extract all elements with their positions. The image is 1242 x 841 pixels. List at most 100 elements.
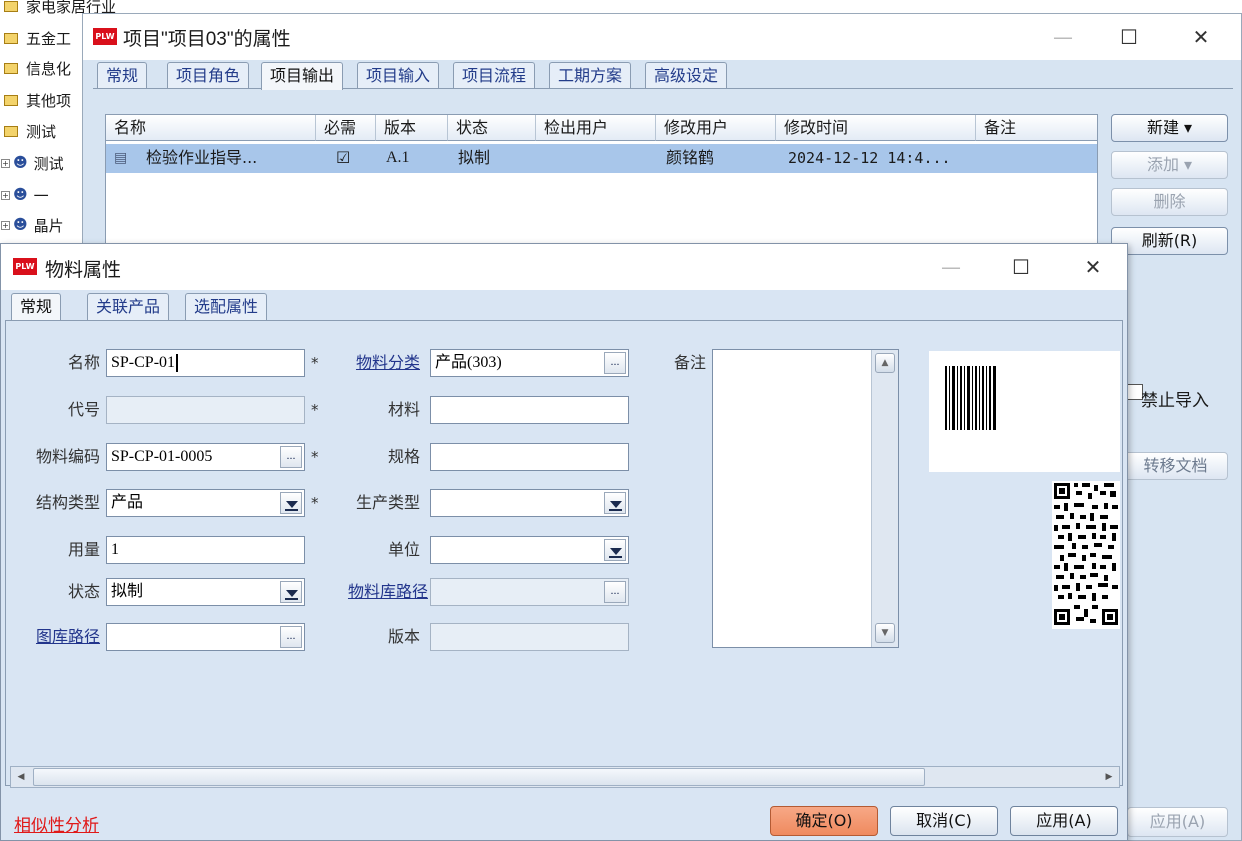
qr-code-image xyxy=(1052,481,1120,629)
tab-related-products[interactable]: 关联产品 xyxy=(87,293,170,320)
tab-schedule-plan[interactable]: 工期方案 xyxy=(549,62,632,89)
required-mark: * xyxy=(311,401,319,419)
chevron-down-icon[interactable] xyxy=(280,492,302,514)
column-header-checkout-user[interactable]: 检出用户 xyxy=(536,115,656,141)
code-input[interactable] xyxy=(106,396,305,424)
table-row[interactable]: ▤ 检验作业指导... ☑ A.1 拟制 颜铭鹤 2024-12-12 14:4… xyxy=(106,144,1097,173)
material-library-path-input[interactable]: ... xyxy=(430,578,629,606)
scroll-left-icon[interactable]: ◀ xyxy=(12,768,30,786)
cancel-button[interactable]: 取消(C) xyxy=(890,806,998,836)
minimize-button[interactable]: — xyxy=(1043,22,1083,52)
expand-icon[interactable]: + xyxy=(1,220,10,230)
add-button[interactable]: 添加 ▾ xyxy=(1111,151,1228,179)
chevron-down-icon[interactable] xyxy=(280,581,302,603)
row-version: A.1 xyxy=(386,149,410,166)
scroll-right-icon[interactable]: ▶ xyxy=(1100,768,1118,786)
ok-button[interactable]: 确定(O) xyxy=(770,806,878,836)
tree-item-folder[interactable]: 信息化 xyxy=(0,55,71,81)
tab-project-roles[interactable]: 项目角色 xyxy=(167,62,250,89)
tab-project-output[interactable]: 项目输出 xyxy=(261,62,344,90)
browse-button[interactable]: ... xyxy=(604,581,626,603)
column-header-notes[interactable]: 备注 xyxy=(976,115,1097,141)
dialog-title: 物料属性 xyxy=(45,260,122,281)
browse-button[interactable]: ... xyxy=(280,626,302,648)
drawing-path-link[interactable]: 图库路径 xyxy=(10,623,100,651)
chevron-down-icon[interactable] xyxy=(604,539,626,561)
apply-button[interactable]: 应用(A) xyxy=(1010,806,1118,836)
notes-scrollbar[interactable]: ▲ ▼ xyxy=(871,350,898,647)
barcode-image xyxy=(929,351,1120,472)
folder-icon xyxy=(4,0,18,12)
tab-project-flow[interactable]: 项目流程 xyxy=(453,62,536,89)
drawing-path-input[interactable]: ... xyxy=(106,623,305,651)
close-button[interactable]: ✕ xyxy=(1073,252,1113,282)
tree-item-project[interactable]: + ☻ 晶片 xyxy=(0,212,64,238)
dialog-title: 项目"项目03"的属性 xyxy=(123,29,291,50)
column-header-name[interactable]: 名称 xyxy=(106,115,316,141)
version-input[interactable] xyxy=(430,623,629,651)
browse-button[interactable]: ... xyxy=(604,352,626,374)
chevron-down-icon[interactable] xyxy=(604,492,626,514)
spec-input[interactable] xyxy=(430,443,629,471)
tab-option-attributes[interactable]: 选配属性 xyxy=(185,293,268,320)
column-header-version[interactable]: 版本 xyxy=(376,115,448,141)
similarity-analysis-link[interactable]: 相似性分析 xyxy=(14,811,99,836)
tree-item-folder[interactable]: 五金工 xyxy=(0,25,71,51)
scroll-down-icon[interactable]: ▼ xyxy=(875,623,895,643)
tree-item-project[interactable]: + ☻ 一 xyxy=(0,182,49,208)
browse-button[interactable]: ... xyxy=(280,446,302,468)
row-required-checkbox[interactable]: ☑ xyxy=(328,144,350,172)
new-button[interactable]: 新建 ▾ xyxy=(1111,114,1228,142)
notes-textarea[interactable]: ▲ ▼ xyxy=(712,349,899,648)
column-header-modify-time[interactable]: 修改时间 xyxy=(776,115,976,141)
maximize-button[interactable]: ☐ xyxy=(1001,252,1041,282)
column-header-status[interactable]: 状态 xyxy=(448,115,536,141)
tree-item-folder[interactable]: 测试 xyxy=(0,118,56,144)
maximize-button[interactable]: ☐ xyxy=(1109,22,1149,52)
expand-icon[interactable]: + xyxy=(1,190,10,200)
material-input[interactable] xyxy=(430,396,629,424)
forbid-import-label: 禁止导入 xyxy=(1141,391,1209,411)
delete-button[interactable]: 删除 xyxy=(1111,188,1228,216)
title-bar[interactable]: PLW 物料属性 — ☐ ✕ xyxy=(1,244,1127,290)
tab-general[interactable]: 常规 xyxy=(11,293,62,320)
folder-icon xyxy=(4,32,18,44)
project-person-icon: ☻ xyxy=(13,217,28,233)
tree-item-project[interactable]: + ☻ 测试 xyxy=(0,150,64,176)
column-header-required[interactable]: 必需 xyxy=(316,115,376,141)
tab-advanced-settings[interactable]: 高级设定 xyxy=(645,62,728,89)
unit-select[interactable] xyxy=(430,536,629,564)
folder-icon xyxy=(4,62,18,74)
name-input[interactable]: SP-CP-01 xyxy=(106,349,305,377)
title-bar[interactable]: PLW 项目"项目03"的属性 — ☐ ✕ xyxy=(83,14,1241,60)
material-category-input[interactable]: 产品(303)... xyxy=(430,349,629,377)
required-mark: * xyxy=(311,354,319,372)
tab-general[interactable]: 常规 xyxy=(97,62,148,89)
transfer-document-button[interactable]: 转移文档 xyxy=(1123,452,1228,480)
horizontal-scrollbar[interactable]: ◀ ▶ xyxy=(10,766,1120,788)
structure-type-select[interactable]: 产品 xyxy=(106,489,305,517)
outer-apply-button[interactable]: 应用(A) xyxy=(1127,807,1228,837)
barcode-icon xyxy=(945,366,996,430)
version-label: 版本 xyxy=(387,627,420,646)
folder-icon xyxy=(4,94,18,106)
row-modify-user: 颜铭鹤 xyxy=(666,148,715,167)
spec-label: 规格 xyxy=(387,447,420,466)
row-status: 拟制 xyxy=(458,148,491,167)
refresh-button[interactable]: 刷新(R) xyxy=(1111,227,1228,255)
production-type-select[interactable] xyxy=(430,489,629,517)
scrollbar-thumb[interactable] xyxy=(33,768,925,786)
scroll-up-icon[interactable]: ▲ xyxy=(875,353,895,373)
minimize-button[interactable]: — xyxy=(931,252,971,282)
column-header-modify-user[interactable]: 修改用户 xyxy=(656,115,776,141)
material-code-label: 物料编码 xyxy=(35,447,100,466)
material-code-input[interactable]: SP-CP-01-0005... xyxy=(106,443,305,471)
status-select[interactable]: 拟制 xyxy=(106,578,305,606)
close-button[interactable]: ✕ xyxy=(1181,22,1221,52)
tab-project-input[interactable]: 项目输入 xyxy=(357,62,440,89)
usage-input[interactable]: 1 xyxy=(106,536,305,564)
tree-item-folder[interactable]: 其他项 xyxy=(0,87,71,113)
expand-icon[interactable]: + xyxy=(1,158,10,168)
material-library-path-link[interactable]: 物料库路径 xyxy=(320,578,428,606)
material-category-link[interactable]: 物料分类 xyxy=(320,349,420,377)
